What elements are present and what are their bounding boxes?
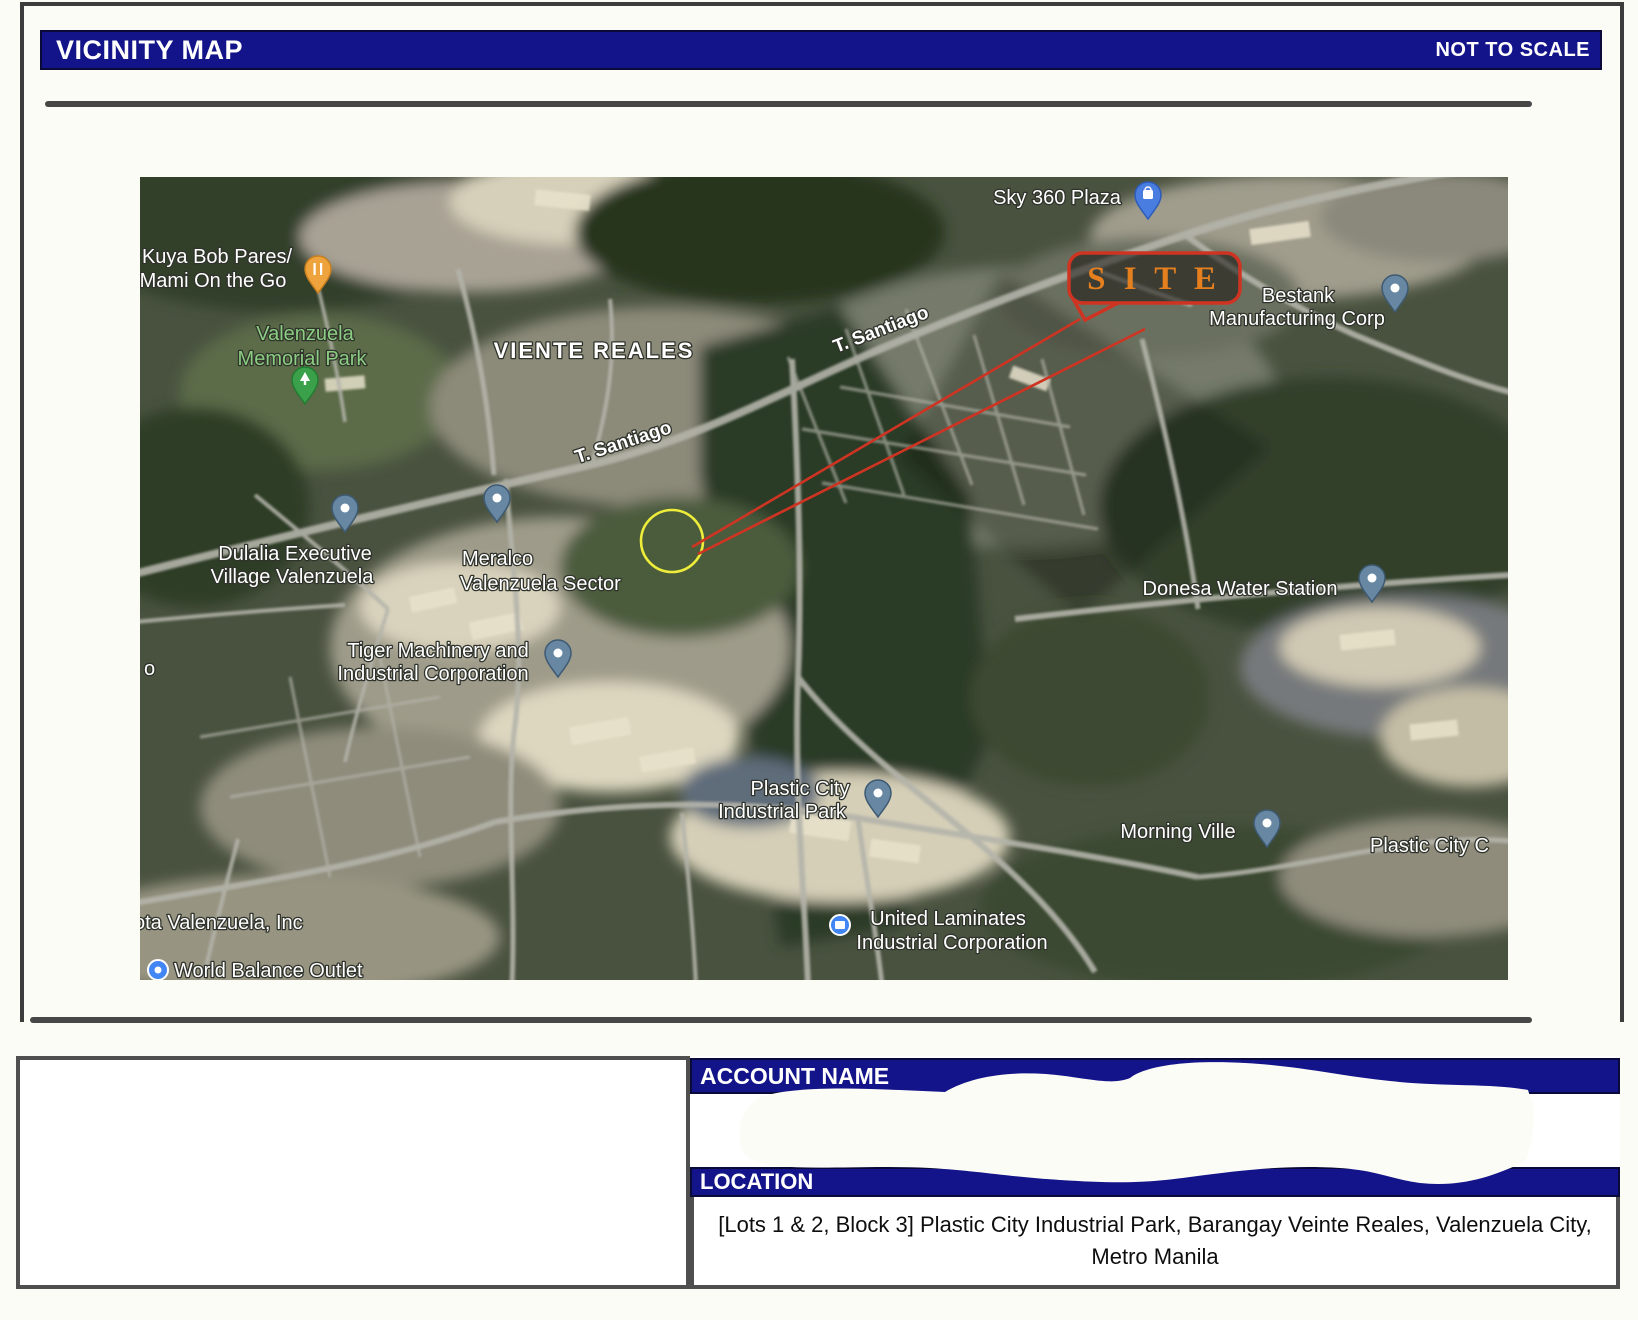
map-label-meralco-1: Meralco (462, 548, 533, 570)
map-label-bestank-2: Manufacturing Corp (1209, 308, 1385, 330)
map-label-dulalia-1: Dulalia Executive (218, 543, 371, 565)
account-name-header-bar: ACCOUNT NAME (690, 1058, 1620, 1094)
map-label-world-balance: World Balance Outlet (174, 960, 363, 980)
vicinity-map-document: VICINITY MAP NOT TO SCALE (0, 0, 1638, 1320)
map-label-meralco-2: Valenzuela Sector (460, 573, 621, 595)
location-header: LOCATION (700, 1169, 813, 1195)
map-label-donesa: Donesa Water Station (1143, 578, 1338, 600)
map-label-viente-reales: VIENTE REALES (494, 338, 695, 363)
site-label: S I T E (1087, 261, 1221, 297)
map-label-toyota-valenzuela: ota Valenzuela, Inc (140, 912, 303, 934)
map-label-united-laminates-1: United Laminates (870, 908, 1026, 930)
map-label-united-laminates-2: Industrial Corporation (856, 932, 1047, 954)
location-box: [Lots 1 & 2, Block 3] Plastic City Indus… (690, 1197, 1620, 1289)
page-title: VICINITY MAP (42, 35, 243, 66)
info-column: ACCOUNT NAME LOCATION [Lots 1 & 2, Block… (690, 1056, 1620, 1289)
map-label-kuya-bob-1: Kuya Bob Pares/ (142, 246, 293, 268)
not-to-scale-label: NOT TO SCALE (1435, 39, 1600, 62)
map-label-cutoff-o: o (144, 658, 155, 680)
map-label-plastic-city-right: Plastic City C (1370, 835, 1489, 857)
location-text: [Lots 1 & 2, Block 3] Plastic City Indus… (694, 1209, 1616, 1273)
map-label-bestank-1: Bestank (1262, 285, 1335, 307)
map-label-plastic-city-1: Plastic City (751, 778, 850, 800)
satellite-map: Sky 360 Plaza Kuya Bob Pares/ Mami On th… (140, 177, 1508, 980)
location-header-bar: LOCATION (690, 1167, 1620, 1197)
separator-top (45, 101, 1532, 107)
map-label-morning-ville: Morning Ville (1120, 821, 1235, 843)
map-label-dulalia-2: Village Valenzuela (211, 566, 375, 588)
map-label-plastic-city-2: Industrial Park (718, 801, 847, 823)
vicinity-map-title-bar: VICINITY MAP NOT TO SCALE (40, 30, 1602, 70)
map-label-tiger-1: Tiger Machinery and (347, 640, 529, 662)
site-callout: S I T E (1069, 253, 1240, 303)
map-svg: Sky 360 Plaza Kuya Bob Pares/ Mami On th… (140, 177, 1508, 980)
map-label-sky-360-plaza: Sky 360 Plaza (993, 187, 1122, 209)
map-label-kuya-bob-2: Mami On the Go (140, 270, 286, 292)
account-name-header: ACCOUNT NAME (700, 1063, 889, 1090)
map-label-memorial-1: Valenzuela (256, 323, 354, 345)
empty-info-box (16, 1056, 690, 1289)
map-label-memorial-2: Memorial Park (238, 348, 368, 370)
separator-bottom (30, 1017, 1532, 1023)
map-label-tiger-2: Industrial Corporation (337, 663, 528, 685)
